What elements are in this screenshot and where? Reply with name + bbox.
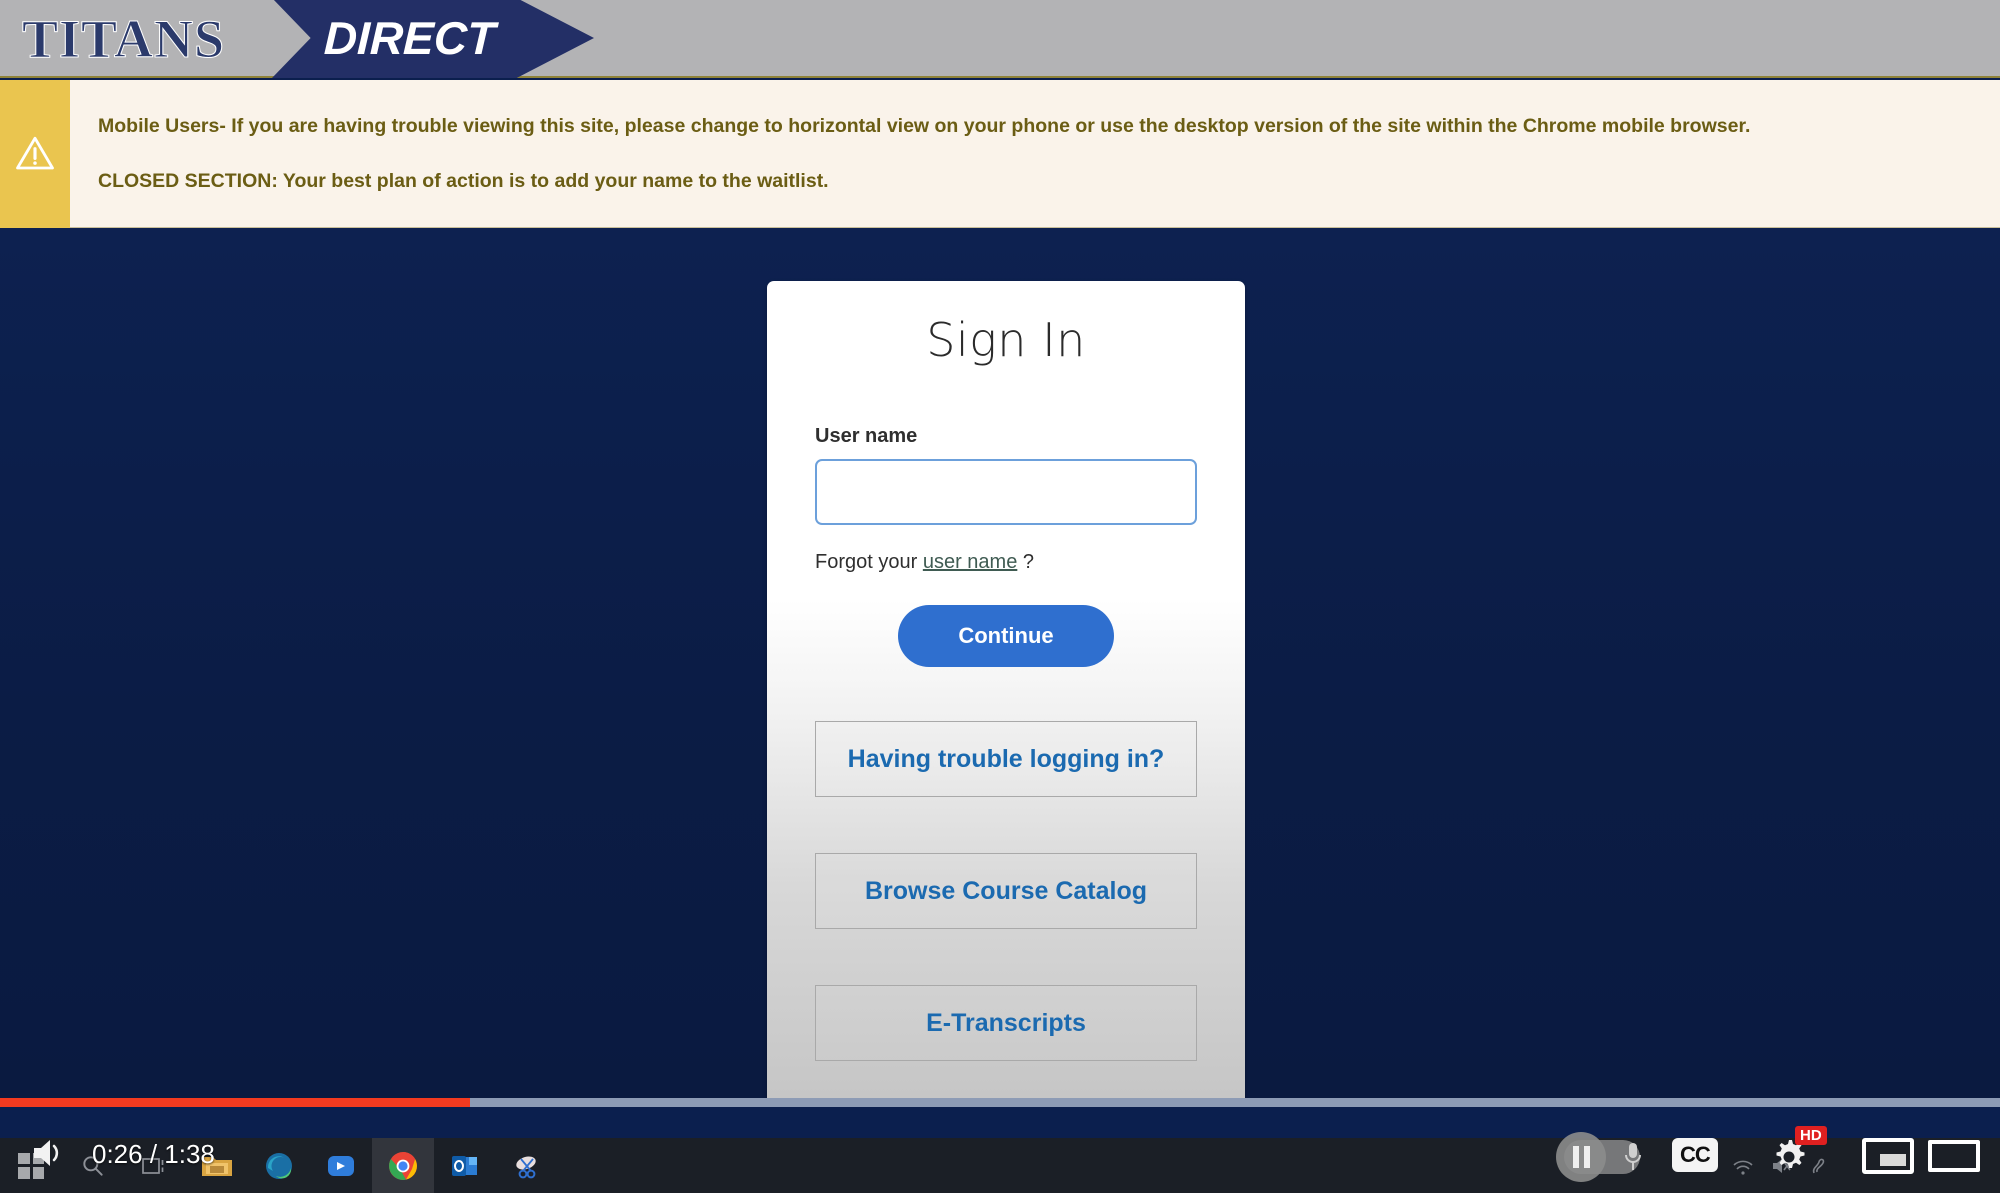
continue-button[interactable]: Continue xyxy=(898,605,1114,667)
taskbar-app-microsoft-edge[interactable] xyxy=(248,1138,310,1193)
screen-root: TITANS DIRECT Mobile Users- If you are h… xyxy=(0,0,2000,1193)
alert-message-mobile: Mobile Users- If you are having trouble … xyxy=(98,115,1751,137)
theater-mode-icon[interactable] xyxy=(1862,1138,1914,1174)
closed-captions-button[interactable]: CC xyxy=(1672,1138,1718,1172)
fullscreen-icon[interactable] xyxy=(1928,1140,1980,1172)
video-quality-badge: HD xyxy=(1795,1126,1827,1145)
pen-icon[interactable] xyxy=(1808,1156,1830,1176)
video-app-icon xyxy=(328,1155,354,1176)
alert-icon-column xyxy=(0,80,70,228)
google-chrome-icon xyxy=(389,1151,417,1180)
forgot-username-row: Forgot your user name ? xyxy=(815,551,1197,574)
microsoft-edge-icon xyxy=(266,1152,292,1179)
alert-message-closed-section: CLOSED SECTION: Your best plan of action… xyxy=(98,170,829,193)
video-pause-button[interactable] xyxy=(1556,1132,1606,1182)
page-title: Sign In xyxy=(926,313,1086,367)
microphone-icon[interactable] xyxy=(1624,1142,1642,1172)
username-label: User name xyxy=(815,425,918,447)
logo-chevron-shape: DIRECT xyxy=(272,0,594,78)
site-header: TITANS DIRECT xyxy=(0,0,2000,78)
alert-message-body: Mobile Users- If you are having trouble … xyxy=(70,80,2000,227)
signin-card: Sign In User name Forgot your user name … xyxy=(767,281,1245,1105)
page-body: Sign In User name Forgot your user name … xyxy=(0,228,2000,1105)
forgot-prefix-text: Forgot your xyxy=(815,551,918,573)
continue-button-row: Continue xyxy=(815,605,1197,667)
video-progress-track[interactable] xyxy=(0,1098,2000,1107)
video-time-display: 0:26 / 1:38 xyxy=(92,1139,215,1169)
taskbar-app-snipping-tool[interactable] xyxy=(496,1138,558,1193)
username-input[interactable] xyxy=(815,459,1197,525)
alert-banner: Mobile Users- If you are having trouble … xyxy=(0,80,2000,228)
browse-course-catalog-button[interactable]: Browse Course Catalog xyxy=(815,853,1197,929)
having-trouble-logging-in-button[interactable]: Having trouble logging in? xyxy=(815,721,1197,797)
taskbar-app-video[interactable] xyxy=(310,1138,372,1193)
video-progress-played xyxy=(0,1098,470,1107)
volume-icon[interactable] xyxy=(32,1137,66,1169)
e-transcripts-button[interactable]: E-Transcripts xyxy=(815,985,1197,1061)
logo-direct-text: DIRECT xyxy=(323,12,497,64)
outlook-icon xyxy=(452,1155,477,1176)
site-logo[interactable]: TITANS DIRECT xyxy=(0,0,600,78)
pause-icon xyxy=(1572,1146,1590,1168)
warning-triangle-icon xyxy=(16,136,54,170)
forgot-username-link[interactable]: user name xyxy=(923,551,1018,573)
wifi-icon[interactable] xyxy=(1732,1156,1754,1176)
theater-inner-shape xyxy=(1880,1154,1906,1166)
logo-titans-text: TITANS xyxy=(21,9,226,69)
snipping-tool-icon xyxy=(516,1156,536,1178)
taskbar-left-group xyxy=(0,1138,558,1193)
forgot-suffix-text: ? xyxy=(1022,551,1035,573)
taskbar-app-google-chrome[interactable] xyxy=(372,1138,434,1193)
taskbar-app-outlook[interactable] xyxy=(434,1138,496,1193)
